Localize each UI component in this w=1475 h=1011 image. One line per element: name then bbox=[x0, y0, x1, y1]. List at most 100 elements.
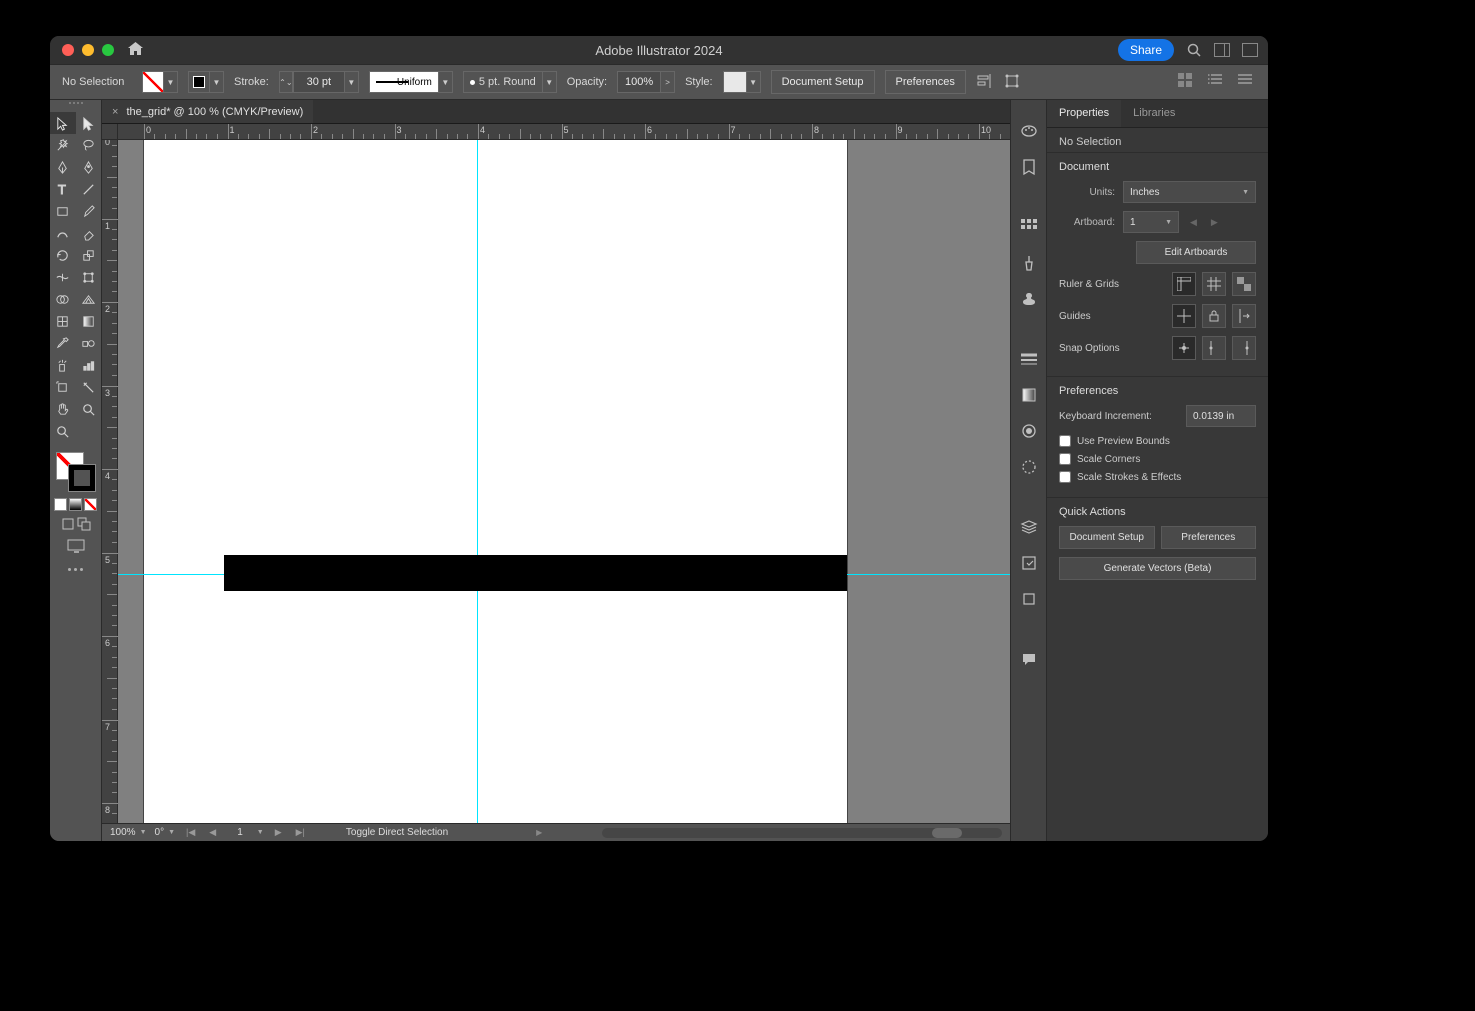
none-mode[interactable] bbox=[84, 498, 97, 511]
minimize-icon[interactable] bbox=[82, 44, 94, 56]
asset-export-panel-icon[interactable] bbox=[1018, 552, 1040, 574]
artboards-panel-icon[interactable] bbox=[1018, 588, 1040, 610]
stroke-indicator[interactable] bbox=[68, 464, 96, 492]
artboard-nav-dropdown[interactable]: ▼ bbox=[257, 829, 264, 836]
brushes-panel-icon[interactable] bbox=[1018, 252, 1040, 274]
ruler-origin[interactable] bbox=[102, 124, 118, 140]
type-tool[interactable]: T bbox=[50, 178, 76, 200]
eraser-tool[interactable] bbox=[76, 222, 102, 244]
smart-guides-icon[interactable] bbox=[1232, 304, 1256, 328]
ruler-toggle-icon[interactable] bbox=[1172, 272, 1196, 296]
tab-properties[interactable]: Properties bbox=[1047, 100, 1121, 127]
rotate-view[interactable]: 0° bbox=[155, 827, 165, 838]
document-tab[interactable]: × the_grid* @ 100 % (CMYK/Preview) bbox=[102, 100, 313, 123]
close-tab-icon[interactable]: × bbox=[112, 106, 118, 118]
scale-tool[interactable] bbox=[76, 244, 102, 266]
units-select[interactable]: Inches▼ bbox=[1123, 181, 1256, 203]
stroke-dropdown[interactable]: ▼ bbox=[210, 71, 224, 93]
width-profile[interactable]: Uniform bbox=[369, 71, 439, 93]
gradient-mode[interactable] bbox=[69, 498, 82, 511]
search-icon[interactable] bbox=[1186, 42, 1202, 58]
prev-artboard-button[interactable]: ◀ bbox=[1187, 217, 1200, 228]
stroke-weight-dropdown[interactable]: ▼ bbox=[345, 71, 359, 93]
tab-libraries[interactable]: Libraries bbox=[1121, 100, 1187, 127]
artboard-select[interactable]: 1▼ bbox=[1123, 211, 1179, 233]
artboard-tool[interactable] bbox=[50, 376, 76, 398]
comments-panel-icon[interactable] bbox=[1018, 648, 1040, 670]
style-swatch[interactable] bbox=[723, 71, 747, 93]
transform-icon[interactable] bbox=[1004, 73, 1022, 91]
zoom-tool-2[interactable] bbox=[50, 420, 76, 442]
shape-builder-tool[interactable] bbox=[50, 288, 76, 310]
paintbrush-tool[interactable] bbox=[76, 200, 102, 222]
fill-dropdown[interactable]: ▼ bbox=[164, 71, 178, 93]
slice-tool[interactable] bbox=[76, 376, 102, 398]
edit-artboards-button[interactable]: Edit Artboards bbox=[1136, 241, 1256, 264]
line-tool[interactable] bbox=[76, 178, 102, 200]
symbols-panel-icon[interactable] bbox=[1018, 288, 1040, 310]
mesh-tool[interactable] bbox=[50, 310, 76, 332]
canvas[interactable] bbox=[118, 140, 1010, 823]
arrange-icon[interactable] bbox=[1214, 42, 1230, 58]
brush-dropdown[interactable]: ▼ bbox=[543, 71, 557, 93]
free-transform-tool[interactable] bbox=[76, 266, 102, 288]
appearance-panel-icon[interactable] bbox=[1018, 456, 1040, 478]
symbol-sprayer-tool[interactable] bbox=[50, 354, 76, 376]
direct-selection-tool[interactable] bbox=[76, 112, 102, 134]
zoom-tool[interactable] bbox=[76, 398, 102, 420]
eyedropper-tool[interactable] bbox=[50, 332, 76, 354]
scrollbar-horizontal[interactable] bbox=[602, 828, 1002, 838]
transparency-panel-icon[interactable] bbox=[1018, 420, 1040, 442]
menu-icon[interactable] bbox=[1238, 73, 1256, 91]
rectangle-tool[interactable] bbox=[50, 200, 76, 222]
stroke-swatch[interactable] bbox=[188, 71, 210, 93]
selection-tool[interactable] bbox=[50, 112, 76, 134]
quick-document-setup-button[interactable]: Document Setup bbox=[1059, 526, 1155, 549]
keyboard-increment-input[interactable] bbox=[1186, 405, 1256, 427]
zoom-icon[interactable] bbox=[102, 44, 114, 56]
document-setup-button[interactable]: Document Setup bbox=[771, 70, 875, 94]
home-icon[interactable] bbox=[128, 42, 143, 58]
draw-normal-icon[interactable] bbox=[61, 517, 75, 531]
rotate-tool[interactable] bbox=[50, 244, 76, 266]
snap-point-icon[interactable] bbox=[1172, 336, 1196, 360]
fill-stroke-control[interactable] bbox=[54, 450, 98, 494]
snap-pixel-icon[interactable] bbox=[1232, 336, 1256, 360]
fill-swatch[interactable] bbox=[142, 71, 164, 93]
zoom-level[interactable]: 100% bbox=[110, 827, 136, 838]
rectangle-shape[interactable] bbox=[224, 555, 847, 591]
preferences-button[interactable]: Preferences bbox=[885, 70, 966, 94]
scale-corners-checkbox[interactable]: Scale Corners bbox=[1059, 453, 1256, 465]
lasso-tool[interactable] bbox=[76, 134, 102, 156]
close-icon[interactable] bbox=[62, 44, 74, 56]
ruler-vertical[interactable]: 012345678 bbox=[102, 140, 118, 823]
generate-vectors-button[interactable]: Generate Vectors (Beta) bbox=[1059, 557, 1256, 580]
ruler-horizontal[interactable]: 012345678910 bbox=[118, 124, 1010, 140]
grid-icon[interactable] bbox=[1178, 73, 1196, 91]
scale-strokes-checkbox[interactable]: Scale Strokes & Effects bbox=[1059, 471, 1256, 483]
color-mode[interactable] bbox=[54, 498, 67, 511]
perspective-tool[interactable] bbox=[76, 288, 102, 310]
first-artboard-icon[interactable]: |◀ bbox=[183, 827, 198, 838]
color-guide-panel-icon[interactable] bbox=[1018, 156, 1040, 178]
rotate-dropdown[interactable]: ▼ bbox=[168, 829, 175, 836]
stroke-weight-stepper[interactable]: ⌃⌄ bbox=[279, 71, 293, 93]
guides-visibility-icon[interactable] bbox=[1172, 304, 1196, 328]
gradient-panel-icon[interactable] bbox=[1018, 384, 1040, 406]
layers-panel-icon[interactable] bbox=[1018, 516, 1040, 538]
draw-behind-icon[interactable] bbox=[77, 517, 91, 531]
list-icon[interactable] bbox=[1208, 73, 1226, 91]
edit-toolbar-icon[interactable] bbox=[68, 568, 83, 571]
guides-lock-icon[interactable] bbox=[1202, 304, 1226, 328]
opacity-input[interactable]: 100% bbox=[617, 71, 661, 93]
magic-wand-tool[interactable] bbox=[50, 134, 76, 156]
next-artboard-icon[interactable]: ▶ bbox=[272, 827, 285, 838]
color-panel-icon[interactable] bbox=[1018, 120, 1040, 142]
quick-preferences-button[interactable]: Preferences bbox=[1161, 526, 1257, 549]
width-tool[interactable] bbox=[50, 266, 76, 288]
stroke-weight-input[interactable]: 30 pt bbox=[293, 71, 345, 93]
transparency-grid-icon[interactable] bbox=[1232, 272, 1256, 296]
guide-vertical[interactable] bbox=[477, 140, 478, 823]
preview-bounds-checkbox[interactable]: Use Preview Bounds bbox=[1059, 435, 1256, 447]
hand-tool[interactable] bbox=[50, 398, 76, 420]
